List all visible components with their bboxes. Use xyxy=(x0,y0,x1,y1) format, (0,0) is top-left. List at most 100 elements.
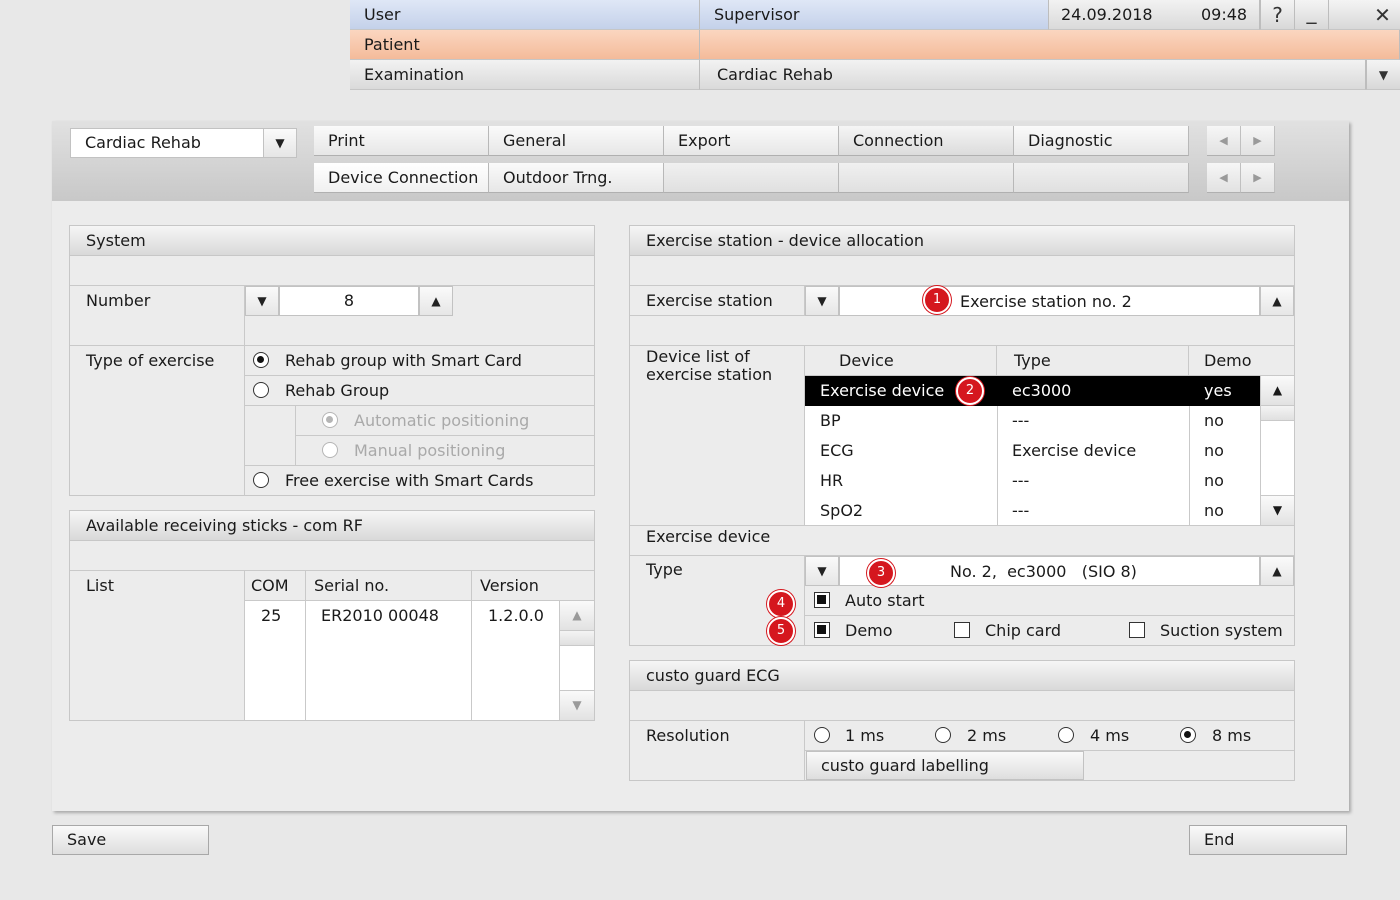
demo-checkbox[interactable] xyxy=(814,622,830,638)
station-increase-icon[interactable]: ▲ xyxy=(1260,286,1294,316)
tab-general[interactable]: General xyxy=(489,126,664,156)
auto-start-checkbox[interactable] xyxy=(814,592,830,608)
exercise-device-row: Exercise device xyxy=(630,526,1294,556)
type-cell: --- xyxy=(1012,501,1030,520)
radio-rehab-smart-card[interactable] xyxy=(253,352,269,368)
number-increase-icon[interactable]: ▲ xyxy=(419,286,453,316)
version-cell: 1.2.0.0 xyxy=(488,606,544,625)
scroll-up-icon[interactable]: ▲ xyxy=(560,601,594,631)
tab-print[interactable]: Print xyxy=(314,126,489,156)
allocation-title: Exercise station - device allocation xyxy=(630,226,1294,256)
option-free-exercise[interactable]: Free exercise with Smart Cards xyxy=(245,466,594,495)
station-field[interactable]: Exercise station no. 2 xyxy=(839,286,1260,316)
option-rehab-group[interactable]: Rehab Group xyxy=(245,376,594,406)
tab-scroll-left-icon[interactable]: ◀ xyxy=(1207,126,1241,156)
suction-system-checkbox[interactable] xyxy=(1129,622,1145,638)
radio-4ms[interactable] xyxy=(1058,727,1074,743)
tab-outdoor-training[interactable]: Outdoor Trng. xyxy=(489,163,664,193)
device-list-label-cell: Device list of exercise station xyxy=(630,346,805,526)
help-icon[interactable]: ? xyxy=(1260,0,1294,30)
allocation-spacer xyxy=(630,256,1294,286)
chip-card-label: Chip card xyxy=(985,621,1062,640)
radio-2ms[interactable] xyxy=(935,727,951,743)
save-button[interactable]: Save xyxy=(52,825,209,855)
chip-card-checkbox[interactable] xyxy=(954,622,970,638)
user-label: User xyxy=(350,0,700,30)
badge-2: 2 xyxy=(956,377,984,405)
demo-cell: yes xyxy=(1204,381,1232,400)
scroll-thumb[interactable] xyxy=(560,631,594,646)
tab-bar: Cardiac Rehab ▼ Print General Export Con… xyxy=(52,121,1349,201)
sticks-scrollbar[interactable]: ▲ ▼ xyxy=(559,601,594,720)
type-label: Type xyxy=(646,560,683,579)
badge-5: 5 xyxy=(767,617,795,645)
number-label-cell: Number xyxy=(70,286,245,346)
demo-cell: no xyxy=(1204,501,1224,520)
subtab-scroll-left-icon[interactable]: ◀ xyxy=(1207,163,1241,193)
col-demo-label: Demo xyxy=(1204,351,1252,370)
type-cell: ec3000 xyxy=(1012,381,1072,400)
scroll-up-icon[interactable]: ▲ xyxy=(1261,376,1294,406)
type-cell: Exercise device xyxy=(1012,441,1137,460)
table-row-selected[interactable]: Exercise device ec3000 yes xyxy=(805,376,1260,406)
type-increase-icon[interactable]: ▲ xyxy=(1260,556,1294,586)
scroll-down-icon[interactable]: ▼ xyxy=(560,690,594,720)
serial-cell: ER2010 00048 xyxy=(321,606,439,625)
tab-empty-1 xyxy=(664,163,839,193)
resolution-option-label: 1 ms xyxy=(845,726,885,745)
demo-cell: no xyxy=(1204,441,1224,460)
tab-diagnostic[interactable]: Diagnostic xyxy=(1014,126,1189,156)
table-row[interactable]: BP --- no xyxy=(805,406,1260,436)
auto-start-row[interactable]: Auto start xyxy=(805,586,1294,616)
option-label: Rehab Group xyxy=(285,381,390,400)
custo-guard-labelling-button[interactable]: custo guard labelling xyxy=(806,751,1084,780)
option-indent xyxy=(245,406,296,466)
guard-spacer xyxy=(630,691,1294,721)
close-icon[interactable]: ✕ xyxy=(1328,0,1400,30)
sticks-list[interactable]: 25 ER2010 00048 1.2.0.0 xyxy=(245,601,559,720)
tab-scroll-right-icon[interactable]: ▶ xyxy=(1241,126,1275,156)
col-device-label: Device xyxy=(839,351,894,370)
tab-connection[interactable]: Connection xyxy=(839,126,1014,156)
main-panel: Cardiac Rehab ▼ Print General Export Con… xyxy=(52,121,1349,811)
tab-export[interactable]: Export xyxy=(664,126,839,156)
table-row[interactable]: HR --- no xyxy=(805,466,1260,496)
device-cell: Exercise device xyxy=(820,381,945,400)
radio-1ms[interactable] xyxy=(814,727,830,743)
scroll-down-icon[interactable]: ▼ xyxy=(1261,495,1294,525)
tab-empty-3 xyxy=(1014,163,1189,193)
number-field[interactable]: 8 xyxy=(279,286,419,316)
tab-device-connection[interactable]: Device Connection xyxy=(314,163,489,193)
option-label: Automatic positioning xyxy=(354,411,530,430)
radio-free-exercise[interactable] xyxy=(253,472,269,488)
resolution-option-label: 4 ms xyxy=(1090,726,1130,745)
col-com-label: COM xyxy=(251,576,289,595)
end-button[interactable]: End xyxy=(1189,825,1347,855)
col-serial: Serial no. xyxy=(306,571,472,601)
scroll-thumb[interactable] xyxy=(1261,406,1294,421)
radio-rehab-group[interactable] xyxy=(253,382,269,398)
patient-field[interactable] xyxy=(700,30,1400,60)
table-row[interactable]: 25 ER2010 00048 1.2.0.0 xyxy=(245,601,559,631)
exercise-device-label: Exercise device xyxy=(646,527,771,546)
device-list-scrollbar[interactable]: ▲ ▼ xyxy=(1260,376,1294,526)
station-decrease-icon[interactable]: ▼ xyxy=(805,286,839,316)
subtab-scroll-right-icon[interactable]: ▶ xyxy=(1241,163,1275,193)
minimize-icon[interactable]: _ xyxy=(1294,0,1328,30)
radio-8ms[interactable] xyxy=(1180,727,1196,743)
examination-dropdown-icon[interactable]: ▼ xyxy=(1366,60,1400,90)
table-row[interactable]: SpO2 --- no xyxy=(805,496,1260,526)
number-decrease-icon[interactable]: ▼ xyxy=(245,286,279,316)
resolution-label: Resolution xyxy=(646,726,730,745)
option-rehab-smart-card[interactable]: Rehab group with Smart Card xyxy=(245,346,594,376)
sticks-spacer xyxy=(70,541,594,571)
module-dropdown-icon[interactable]: ▼ xyxy=(263,128,297,158)
station-spacer xyxy=(630,316,1294,346)
module-select[interactable]: Cardiac Rehab xyxy=(70,128,264,158)
type-decrease-icon[interactable]: ▼ xyxy=(805,556,839,586)
type-field[interactable]: No. 2, ec3000 (SIO 8) xyxy=(839,556,1260,586)
examination-value[interactable]: Cardiac Rehab xyxy=(700,60,1366,90)
table-row[interactable]: ECG Exercise device no xyxy=(805,436,1260,466)
col-type-label: Type xyxy=(1014,351,1051,370)
device-list[interactable]: Exercise device ec3000 yes BP --- no ECG… xyxy=(805,376,1260,526)
